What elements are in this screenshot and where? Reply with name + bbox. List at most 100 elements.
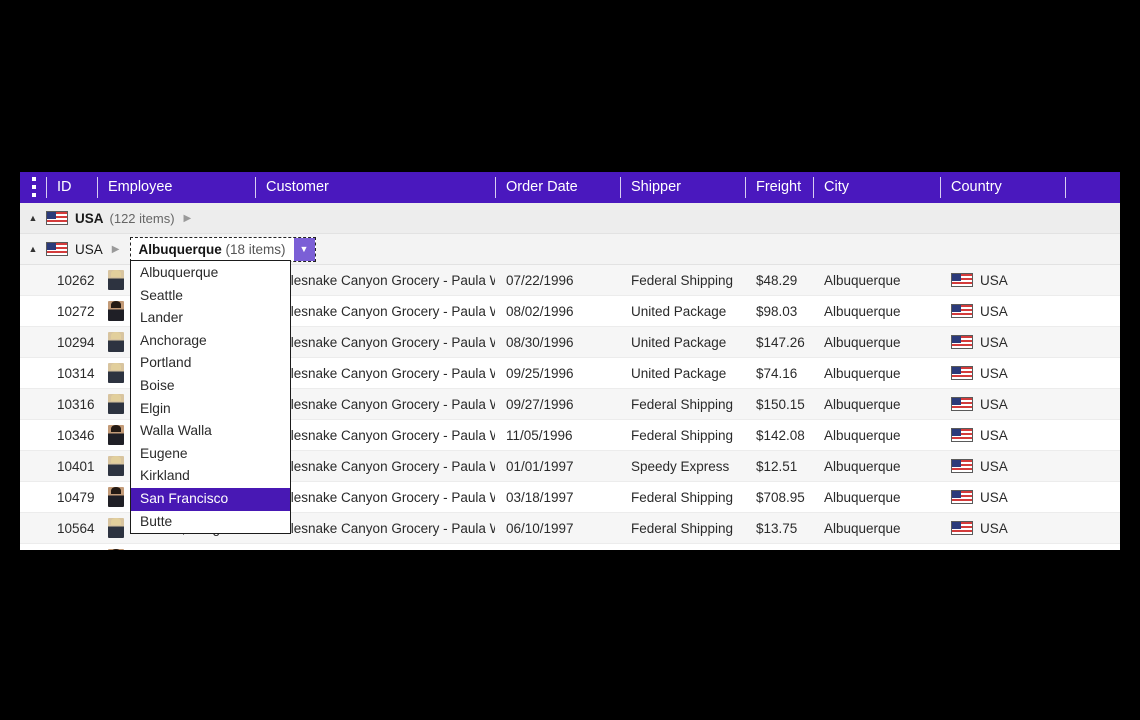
dropdown-option-kirkland[interactable]: Kirkland [131,465,290,488]
cell-order-date: 07/22/1996 [506,272,574,288]
cell-customer: Rattlesnake Canyon Grocery - Paula Wilso… [266,365,495,381]
avatar [108,425,124,445]
cell-shipper: Speedy Express [631,458,730,474]
column-header-shipper[interactable]: Shipper [620,172,745,203]
grip-dots-icon [32,176,36,199]
group-chevron-icon: ▶ [111,243,120,255]
group-row-country[interactable]: ▲ USA (122 items) ▶ [20,203,1120,234]
cell-order-date: 09/27/1996 [506,396,574,412]
cell-order-date: 08/02/1996 [506,303,574,319]
cell-id: 10479 [57,489,95,505]
cell-customer: Rattlesnake Canyon Grocery - Paula Wilso… [266,334,495,350]
cell-country: USA [940,428,1065,443]
cell-freight: $12.51 [756,458,798,474]
collapse-triangle-icon[interactable]: ▲ [20,234,46,264]
cell-freight: $150.15 [756,396,805,412]
group-country-count: (122 items) [109,210,175,226]
cell-order-date: 06/10/1997 [506,520,574,536]
cell-id: 10401 [57,458,95,474]
cell-freight: $142.08 [756,427,805,443]
cell-freight: $48.29 [756,272,798,288]
country-label: USA [980,396,1008,412]
column-header-label: City [824,179,849,195]
cell-customer: Rattlesnake Canyon Grocery - Paula Wilso… [266,458,495,474]
cell-city: Albuquerque [824,489,901,505]
cell-freight: $147.26 [756,334,805,350]
dropdown-option-boise[interactable]: Boise [131,375,290,398]
cell-order-date: 09/25/1996 [506,365,574,381]
city-combobox[interactable]: Albuquerque (18 items) ▼ [130,236,316,262]
avatar [108,549,124,550]
column-header-freight[interactable]: Freight [745,172,813,203]
country-label: USA [980,334,1008,350]
cell-country: USA [940,273,1065,288]
usa-flag-icon [951,304,973,318]
usa-flag-icon [951,428,973,442]
employee-cell-content: Buchanan, Steven [108,549,255,550]
country-label: USA [980,520,1008,536]
chevron-down-icon[interactable]: ▼ [293,237,315,261]
group-country-label: USA [75,210,104,226]
column-header-city[interactable]: City [813,172,940,203]
cell-city: Albuquerque [824,458,901,474]
cell-freight: $74.16 [756,365,798,381]
dropdown-option-butte[interactable]: Butte [131,511,290,534]
cell-shipper: Federal Shipping [631,396,734,412]
cell-freight: $98.03 [756,303,798,319]
usa-flag-icon [951,459,973,473]
cell-shipper: Federal Shipping [631,520,734,536]
column-header-id[interactable]: ID [46,172,97,203]
column-header-label: ID [57,179,72,195]
dropdown-option-eugene[interactable]: Eugene [131,443,290,466]
cell-customer: Rattlesnake Canyon Grocery - Paula Wilso… [266,427,495,443]
city-dropdown-popup[interactable]: Albuquerque Seattle Lander Anchorage Portlan… [130,260,291,535]
cell-id: 10346 [57,427,95,443]
avatar [108,518,124,538]
country-label: USA [980,272,1008,288]
usa-flag-icon [951,490,973,504]
avatar [108,456,124,476]
cell-customer: Rattlesnake Canyon Grocery - Paula Wilso… [266,396,495,412]
avatar [108,270,124,290]
combobox-value: Albuquerque (18 items) [131,242,293,257]
collapse-triangle-icon[interactable]: ▲ [20,203,46,233]
column-header-customer[interactable]: Customer [255,172,495,203]
table-row[interactable]: 10569Buchanan, StevenRattlesnake Canyon … [20,544,1120,550]
cell-city: Albuquerque [824,303,901,319]
usa-flag-icon [951,397,973,411]
cell-customer: Rattlesnake Canyon Grocery - Paula Wilso… [266,520,495,536]
avatar [108,487,124,507]
column-header-blank[interactable] [1065,172,1120,203]
cell-id: 10272 [57,303,95,319]
cell-country: USA [940,304,1065,319]
dropdown-option-albuquerque[interactable]: Albuquerque [131,262,290,285]
dropdown-option-anchorage[interactable]: Anchorage [131,330,290,353]
cell-city: Albuquerque [824,427,901,443]
country-label: USA [980,303,1008,319]
cell-shipper: Federal Shipping [631,489,734,505]
cell-city: Albuquerque [824,396,901,412]
cell-country: USA [940,366,1065,381]
cell-city: Albuquerque [824,272,901,288]
cell-order-date: 11/05/1996 [506,427,573,443]
dropdown-option-portland[interactable]: Portland [131,352,290,375]
cell-city: Albuquerque [824,365,901,381]
country-cell-content: USA [951,521,1065,536]
column-header-country[interactable]: Country [940,172,1065,203]
cell-country: USA [940,459,1065,474]
cell-id: 10294 [57,334,95,350]
dropdown-option-lander[interactable]: Lander [131,307,290,330]
country-label: USA [980,427,1008,443]
dropdown-option-san-francisco[interactable]: San Francisco [131,487,290,511]
cell-order-date: 01/01/1997 [506,458,574,474]
column-header-order-date[interactable]: Order Date [495,172,620,203]
usa-flag-icon [46,211,68,225]
column-header-label: Order Date [506,179,578,195]
dropdown-option-walla-walla[interactable]: Walla Walla [131,420,290,443]
column-chooser-grip[interactable] [20,172,46,203]
dropdown-option-elgin[interactable]: Elgin [131,398,290,421]
dropdown-option-seattle[interactable]: Seattle [131,285,290,308]
usa-flag-icon [951,366,973,380]
column-header-employee[interactable]: Employee [97,172,255,203]
cell-order-date: 03/18/1997 [506,489,574,505]
